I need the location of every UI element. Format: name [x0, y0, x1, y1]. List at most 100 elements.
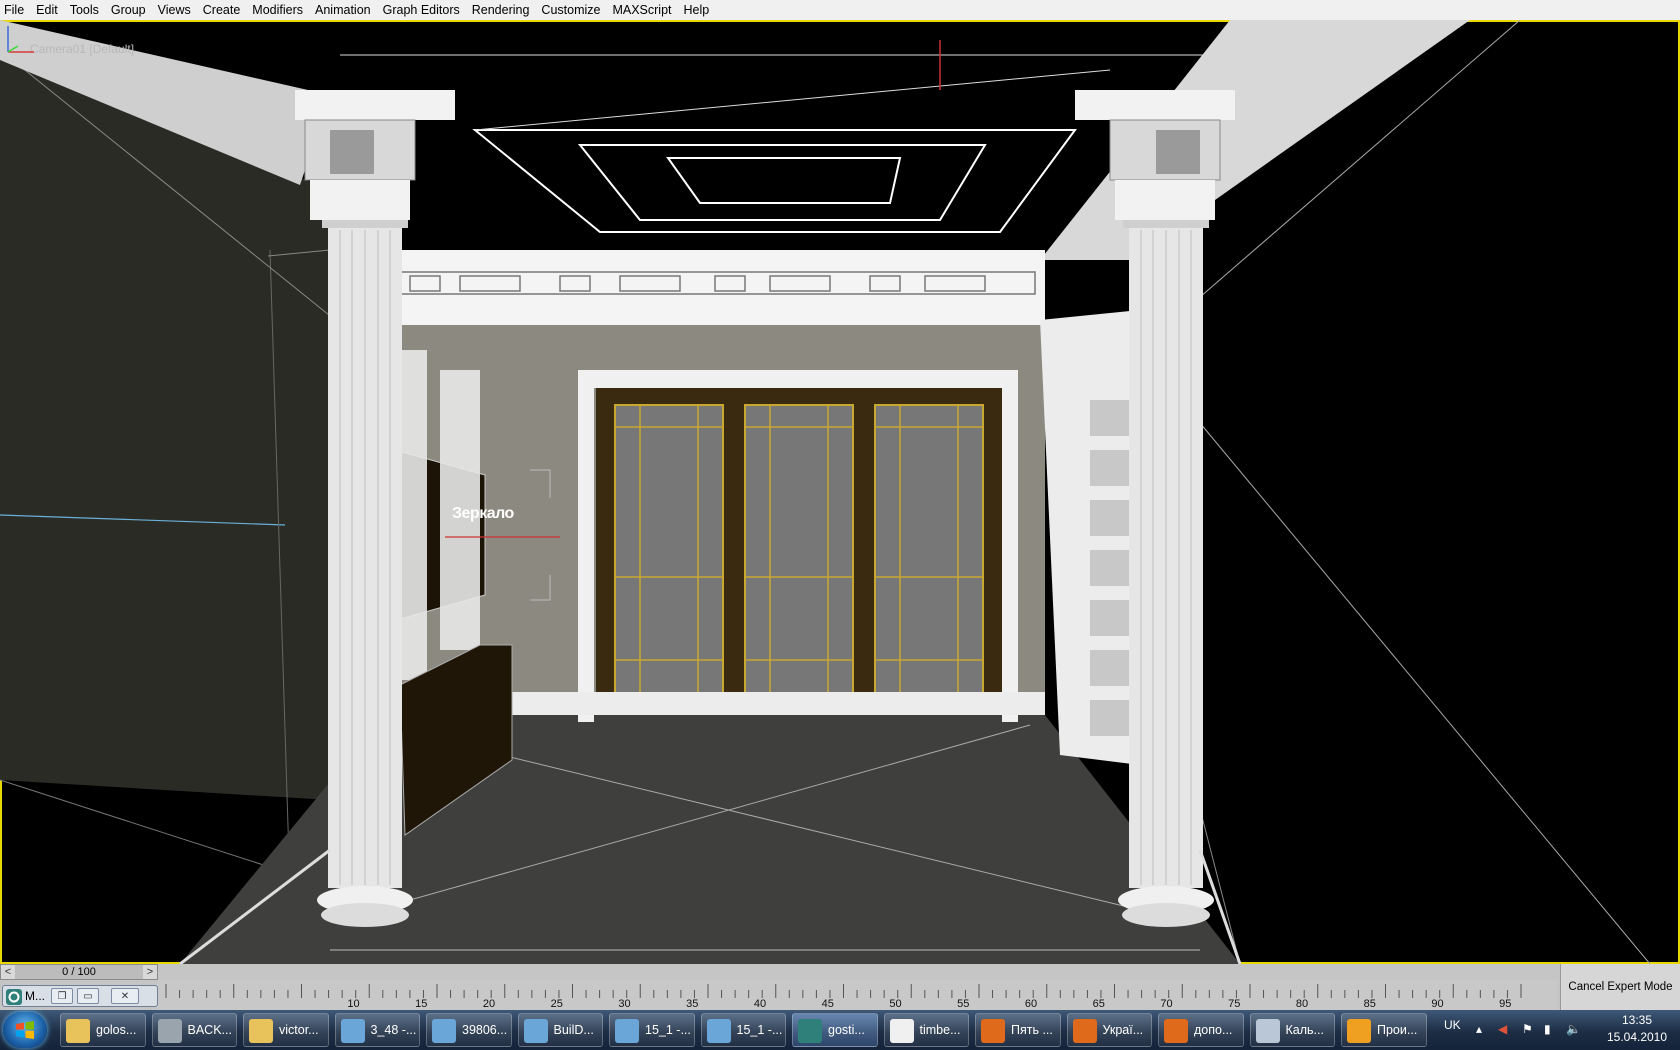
taskbar-button-label: golos... [96, 1023, 137, 1037]
taskbar-button[interactable]: timbe... [883, 1013, 969, 1047]
taskbar-button[interactable]: golos... [60, 1013, 146, 1047]
glass-doors [596, 388, 1002, 714]
door-frame-left [578, 370, 594, 722]
menu-help[interactable]: Help [678, 1, 716, 19]
scene-render [0, 20, 1651, 964]
show-hidden-icons-icon[interactable]: ▴ [1476, 1022, 1482, 1036]
menu-file[interactable]: File [0, 1, 30, 19]
image-viewer-icon [432, 1019, 456, 1043]
folder-icon [249, 1019, 273, 1043]
taskbar-button[interactable]: BACK... [151, 1013, 237, 1047]
next-frame-button[interactable]: > [143, 965, 157, 979]
taskbar-button[interactable]: допо... [1158, 1013, 1244, 1047]
menu-customize[interactable]: Customize [535, 1, 606, 19]
taskbar-button-label: Пять ... [1011, 1023, 1053, 1037]
image-viewer-icon [340, 1019, 365, 1043]
taskbar-button[interactable]: 15_1 -... [700, 1013, 786, 1047]
network-icon[interactable]: ▮ [1544, 1022, 1551, 1036]
firefox-icon [1072, 1019, 1097, 1043]
minimized-window[interactable]: M... ❐ ▭ ✕ [2, 985, 158, 1007]
drive-icon [157, 1019, 182, 1043]
time-slider[interactable]: < 0 / 100 > [0, 964, 158, 980]
taskbar-button-label: Каль... [1285, 1023, 1324, 1037]
media-player-icon [1347, 1019, 1371, 1043]
right-panel-blocks [1090, 400, 1130, 736]
firefox-icon [1164, 1019, 1188, 1043]
frame-tick-label: 95 [1499, 998, 1512, 1010]
frame-tick-label: 20 [482, 998, 496, 1010]
frame-tick-label: 55 [957, 998, 970, 1010]
system-tray: UK ▴ ◀ ⚑ ▮ 🔈 13:35 15.04.2010 [1432, 1010, 1680, 1050]
frame-tick-label: 50 [889, 998, 902, 1010]
taskbar-button[interactable]: BuilD... [517, 1013, 603, 1047]
flag-icon[interactable]: ⚑ [1522, 1022, 1533, 1036]
taskbar-button-label: Прои... [1377, 1023, 1418, 1037]
previous-frame-button[interactable]: < [1, 965, 15, 979]
image-viewer-icon [706, 1019, 731, 1043]
door-frame-top [578, 370, 1018, 388]
menu-graph-editors[interactable]: Graph Editors [377, 1, 466, 19]
taskbar-button[interactable]: gosti... [792, 1013, 878, 1047]
frame-tick-label: 60 [1024, 998, 1038, 1010]
frame-tick-label: 15 [415, 998, 428, 1010]
track-bar[interactable] [158, 980, 1558, 1010]
taskbar-button[interactable]: 3_48 -... [334, 1013, 420, 1047]
start-button[interactable] [3, 1012, 47, 1048]
time-slider-value[interactable]: 0 / 100 [15, 965, 143, 979]
frame-tick-label: 75 [1228, 998, 1241, 1010]
taskbar: golos... BACK... victor... 3_48 -... 39806..… [0, 1010, 1680, 1050]
wire-line [1184, 404, 1651, 964]
menu-animation[interactable]: Animation [309, 1, 377, 19]
minimized-window-title: M... [25, 989, 45, 1003]
right-door-panel [1040, 310, 1140, 765]
restore-button[interactable]: ❐ [51, 988, 73, 1004]
taskbar-button-label: допо... [1194, 1023, 1233, 1037]
frame-tick-label: 70 [1160, 998, 1173, 1010]
taskbar-button[interactable]: 39806... [426, 1013, 512, 1047]
track-bar-ticks [165, 984, 1522, 998]
taskbar-button-label: BuilD... [553, 1023, 594, 1037]
menu-edit[interactable]: Edit [30, 1, 64, 19]
taskbar-button[interactable]: Каль... [1249, 1013, 1335, 1047]
taskbar-button-label: 15_1 -... [645, 1023, 691, 1037]
axis-tripod-icon [7, 26, 34, 53]
taskbar-button-label: victor... [279, 1023, 319, 1037]
frame-tick-label: 25 [550, 998, 563, 1010]
maximize-button[interactable]: ▭ [77, 988, 99, 1004]
cancel-expert-mode-button[interactable]: Cancel Expert Mode [1560, 964, 1680, 1010]
close-button[interactable]: ✕ [111, 988, 139, 1004]
frame-tick-label: 35 [686, 998, 699, 1010]
windows-logo-icon [16, 1021, 34, 1039]
menu-rendering[interactable]: Rendering [466, 1, 536, 19]
clock-time[interactable]: 13:35 [1602, 1013, 1672, 1027]
frame-tick-label: 85 [1363, 998, 1376, 1010]
taskbar-button-label: Украї... [1102, 1023, 1144, 1037]
menu-tools[interactable]: Tools [64, 1, 105, 19]
menu-modifiers[interactable]: Modifiers [246, 1, 309, 19]
menu-views[interactable]: Views [152, 1, 197, 19]
frame-tick-label: 10 [347, 998, 360, 1010]
image-viewer-icon [523, 1019, 548, 1043]
menu-maxscript[interactable]: MAXScript [606, 1, 677, 19]
menu-group[interactable]: Group [105, 1, 152, 19]
timeline: < 0 / 100 > 10 15 20 25 30 35 40 45 50 55 60 65 70 75… [0, 964, 1680, 1010]
menu-bar: File Edit Tools Group Views Create Modifiers An… [0, 0, 1680, 21]
calculator-icon [1255, 1019, 1280, 1043]
camera-viewport[interactable]: Camera01 [Default] Зеркало [0, 20, 1680, 964]
volume-icon[interactable]: 🔈 [1566, 1022, 1581, 1036]
taskbar-button[interactable]: Прои... [1341, 1013, 1427, 1047]
taskbar-button[interactable]: 15_1 -... [609, 1013, 695, 1047]
clock-date[interactable]: 15.04.2010 [1602, 1030, 1672, 1044]
taskbar-button[interactable]: Украї... [1066, 1013, 1152, 1047]
object-label: Зеркало [452, 505, 514, 522]
image-viewer-icon [615, 1019, 639, 1043]
viewport-label[interactable]: Camera01 [Default] [30, 42, 134, 56]
frame-tick-label: 65 [1092, 998, 1105, 1010]
paint-icon [889, 1019, 914, 1043]
alert-icon[interactable]: ◀ [1498, 1022, 1507, 1036]
taskbar-button[interactable]: victor... [243, 1013, 329, 1047]
taskbar-button[interactable]: Пять ... [975, 1013, 1061, 1047]
frame-tick-label: 45 [821, 998, 834, 1010]
menu-create[interactable]: Create [197, 1, 247, 19]
language-indicator[interactable]: UK [1444, 1018, 1461, 1032]
